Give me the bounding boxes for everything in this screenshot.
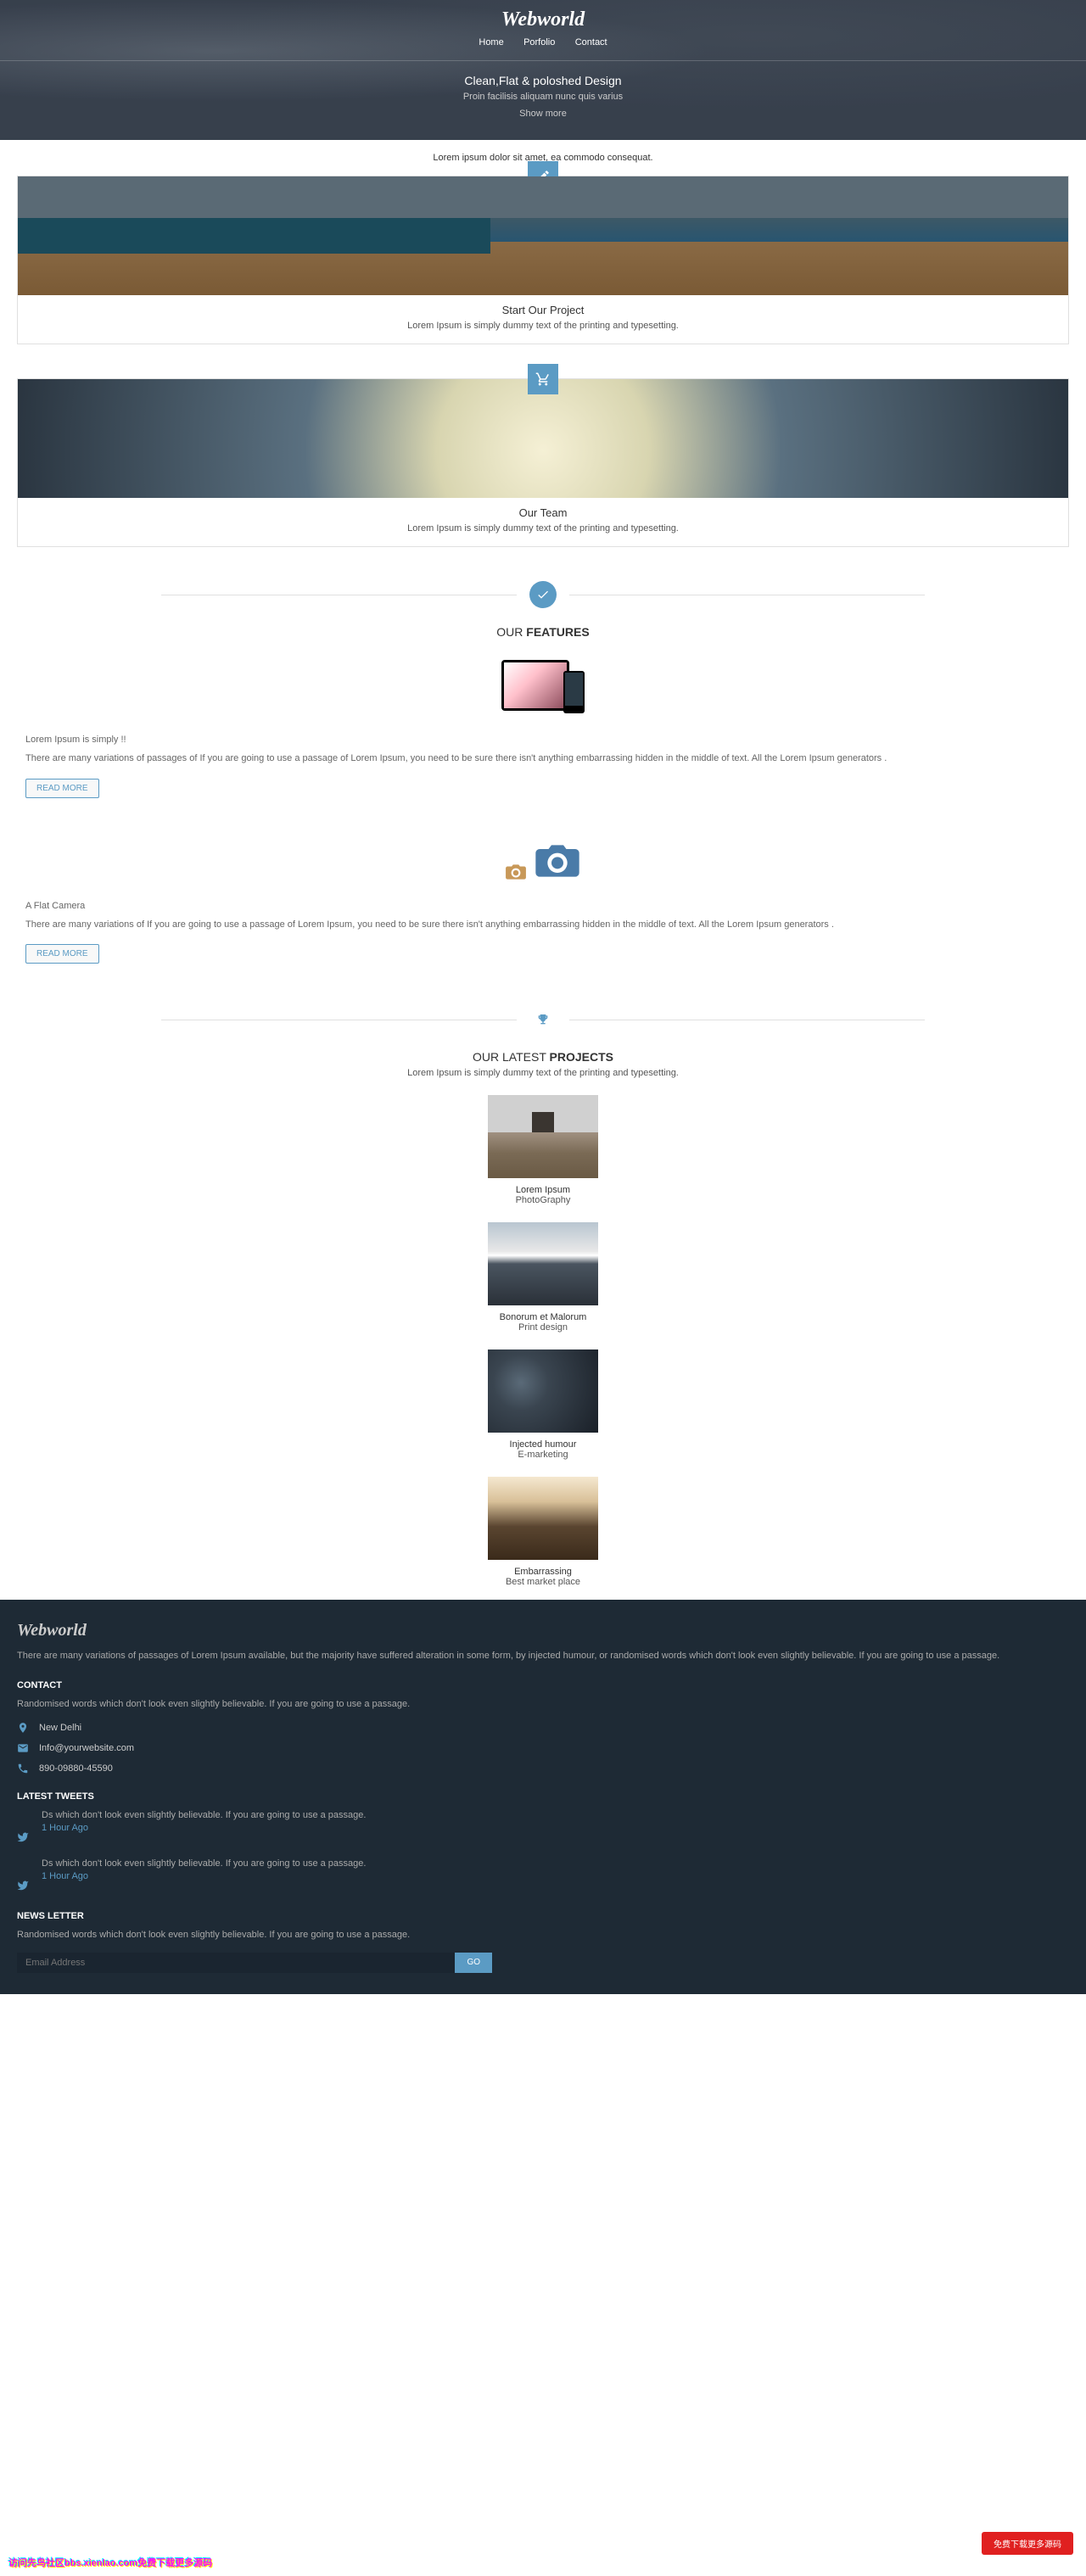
contact-address: New Delhi — [17, 1722, 1069, 1734]
phone-icon — [17, 1763, 29, 1774]
newsletter-desc: Randomised words which don't look even s… — [17, 1930, 1069, 1940]
header: Webworld Home Porfolio Contact Clean,Fla… — [0, 0, 1086, 140]
email-input[interactable] — [17, 1953, 455, 1973]
project-title: Injected humour — [17, 1439, 1069, 1450]
project-item[interactable]: Embarrassing Best market place — [17, 1477, 1069, 1587]
download-button[interactable]: 免费下载更多源码 — [982, 2532, 1073, 2555]
tweet-text: Ds which don't look even slightly believ… — [42, 1858, 1069, 1869]
feature-item: Lorem Ipsum is simply !! There are many … — [17, 735, 1069, 815]
contact-email: Info@yourwebsite.com — [17, 1742, 1069, 1754]
feature-item: A Flat Camera There are many variations … — [17, 901, 1069, 981]
nav-contact[interactable]: Contact — [575, 37, 607, 47]
twitter-icon — [17, 1880, 29, 1894]
nav-home[interactable]: Home — [479, 37, 503, 47]
tweet-time: 1 Hour Ago — [42, 1871, 1069, 1881]
feature-title: Lorem Ipsum is simply !! — [25, 735, 1061, 745]
cart-icon — [528, 364, 558, 394]
footer: Webworld There are many variations of pa… — [0, 1600, 1086, 1994]
read-more-button[interactable]: READ MORE — [25, 944, 99, 964]
newsletter-heading: NEWS LETTER — [17, 1911, 1069, 1921]
project-title: Embarrassing — [17, 1567, 1069, 1577]
feature-desc: There are many variations of passages of… — [25, 752, 1061, 766]
card-image — [18, 379, 1068, 498]
footer-desc: There are many variations of passages of… — [17, 1649, 1069, 1663]
project-item[interactable]: Bonorum et Malorum Print design — [17, 1222, 1069, 1333]
envelope-icon — [17, 1742, 29, 1754]
feature-devices-image — [17, 660, 1069, 713]
project-category: PhotoGraphy — [17, 1195, 1069, 1205]
project-item[interactable]: Injected humour E-marketing — [17, 1349, 1069, 1460]
project-image — [488, 1477, 598, 1560]
divider — [161, 581, 925, 608]
project-category: E-marketing — [17, 1450, 1069, 1460]
hero-show-more[interactable]: Show more — [0, 109, 1086, 119]
check-icon — [529, 581, 557, 608]
feature-desc: There are many variations of If you are … — [25, 918, 1061, 932]
feature-title: A Flat Camera — [25, 901, 1061, 911]
tweet-item: Ds which don't look even slightly believ… — [17, 1810, 1069, 1846]
projects-heading: OUR LATEST PROJECTS — [17, 1050, 1069, 1064]
card-desc: Lorem Ipsum is simply dummy text of the … — [31, 321, 1055, 331]
project-item[interactable]: Lorem Ipsum PhotoGraphy — [17, 1095, 1069, 1205]
card-title: Start Our Project — [31, 304, 1055, 316]
features-heading: OUR FEATURES — [17, 625, 1069, 639]
read-more-button[interactable]: READ MORE — [25, 779, 99, 798]
twitter-icon — [17, 1831, 29, 1846]
footer-logo: Webworld — [17, 1621, 1069, 1640]
card-desc: Lorem Ipsum is simply dummy text of the … — [31, 523, 1055, 534]
nav-portfolio[interactable]: Porfolio — [523, 37, 555, 47]
go-button[interactable]: GO — [455, 1953, 492, 1973]
tweet-item: Ds which don't look even slightly believ… — [17, 1858, 1069, 1894]
tweets-heading: LATEST TWEETS — [17, 1791, 1069, 1802]
card-image — [18, 176, 1068, 295]
nav: Home Porfolio Contact — [0, 36, 1086, 47]
watermark: 访问先鸟社区bbs.xienlao.com免费下载更多源码 — [8, 2556, 212, 2569]
project-category: Best market place — [17, 1577, 1069, 1587]
project-image — [488, 1349, 598, 1433]
map-pin-icon — [17, 1722, 29, 1734]
tweet-text: Ds which don't look even slightly believ… — [42, 1810, 1069, 1820]
project-category: Print design — [17, 1322, 1069, 1333]
hero-title: Clean,Flat & poloshed Design — [0, 74, 1086, 87]
project-image — [488, 1095, 598, 1178]
project-title: Bonorum et Malorum — [17, 1312, 1069, 1322]
project-image — [488, 1222, 598, 1305]
camera-image — [17, 841, 1069, 884]
card-team: Our Team Lorem Ipsum is simply dummy tex… — [17, 378, 1069, 547]
divider — [161, 1006, 925, 1033]
tweet-time: 1 Hour Ago — [42, 1823, 1069, 1833]
card-project: Start Our Project Lorem Ipsum is simply … — [17, 176, 1069, 344]
contact-desc: Randomised words which don't look even s… — [17, 1699, 1069, 1709]
project-title: Lorem Ipsum — [17, 1185, 1069, 1195]
hero-subtitle: Proin facilisis aliquam nunc quis varius — [0, 92, 1086, 102]
trophy-icon — [529, 1006, 557, 1033]
newsletter-form: GO — [17, 1953, 492, 1973]
logo: Webworld — [0, 8, 1086, 31]
contact-phone: 890-09880-45590 — [17, 1763, 1069, 1774]
contact-heading: CONTACT — [17, 1680, 1069, 1690]
projects-subtitle: Lorem Ipsum is simply dummy text of the … — [17, 1068, 1069, 1078]
card-title: Our Team — [31, 506, 1055, 519]
